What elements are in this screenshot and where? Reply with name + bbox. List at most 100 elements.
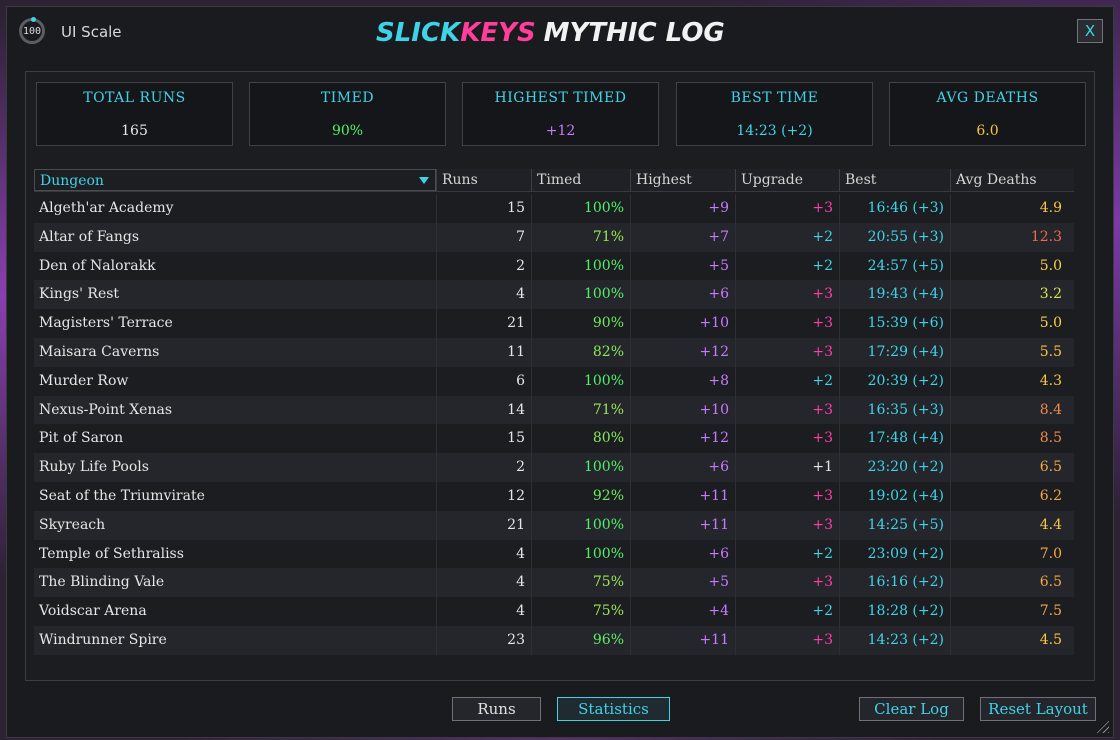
- column-header-avg-deaths[interactable]: Avg Deaths: [950, 169, 1068, 191]
- cell-best: 16:35 (+3): [839, 395, 950, 425]
- cell-avg-deaths: 4.5: [950, 625, 1068, 655]
- title-mythic-log: MYTHIC LOG: [543, 18, 725, 48]
- cell-best: 15:39 (+6): [839, 309, 950, 338]
- cell-upgrade: +2: [735, 539, 839, 569]
- cell-runs: 7: [436, 222, 531, 252]
- stat-value: 6.0: [976, 123, 999, 139]
- cell-avg-deaths: 6.2: [950, 481, 1068, 511]
- stat-best-time: BEST TIME 14:23 (+2): [676, 82, 873, 146]
- column-header-runs[interactable]: Runs: [436, 169, 531, 191]
- cell-best: 23:09 (+2): [839, 539, 950, 569]
- cell-highest: +12: [630, 337, 735, 367]
- cell-upgrade: +3: [735, 424, 839, 454]
- table-row[interactable]: Pit of Saron 15 80% +12 +3 17:48 (+4) 8.5: [34, 424, 1074, 454]
- cell-avg-deaths: 4.4: [950, 510, 1068, 540]
- table-row[interactable]: Magisters' Terrace 21 90% +10 +3 15:39 (+6) 5.…: [34, 309, 1074, 338]
- cell-dungeon: Skyreach: [39, 516, 106, 533]
- cell-avg-deaths: 6.5: [950, 568, 1068, 598]
- cell-runs: 4: [436, 597, 531, 626]
- cell-timed: 80%: [531, 424, 630, 454]
- cell-upgrade: +2: [735, 251, 839, 281]
- clear-log-button[interactable]: Clear Log: [859, 697, 964, 721]
- dungeon-table: Dungeon Runs Timed Highest Upgrade Best …: [34, 169, 1074, 655]
- cell-highest: +12: [630, 424, 735, 454]
- cell-upgrade: +2: [735, 597, 839, 626]
- title-bar: 100 UI Scale SLICKKEYS MYTHIC LOG X: [7, 7, 1113, 63]
- stat-value: 14:23 (+2): [736, 123, 813, 139]
- column-header-dungeon[interactable]: Dungeon: [34, 169, 436, 191]
- column-header-timed[interactable]: Timed: [531, 169, 630, 191]
- table-row[interactable]: Kings' Rest 4 100% +6 +3 19:43 (+4) 3.2: [34, 280, 1074, 310]
- close-button[interactable]: X: [1077, 19, 1103, 43]
- cell-upgrade: +2: [735, 222, 839, 252]
- cell-highest: +10: [630, 309, 735, 338]
- cell-upgrade: +3: [735, 568, 839, 598]
- reset-layout-button[interactable]: Reset Layout: [980, 697, 1096, 721]
- runs-tab-button[interactable]: Runs: [452, 697, 541, 721]
- cell-best: 18:28 (+2): [839, 597, 950, 626]
- column-header-best[interactable]: Best: [839, 169, 950, 191]
- cell-dungeon: Den of Nalorakk: [39, 257, 156, 274]
- table-row[interactable]: Windrunner Spire 23 96% +11 +3 14:23 (+2) 4.5: [34, 625, 1074, 655]
- cell-highest: +6: [630, 539, 735, 569]
- cell-upgrade: +3: [735, 395, 839, 425]
- ui-scale-value: 100: [22, 25, 42, 37]
- cell-runs: 2: [436, 453, 531, 482]
- cell-dungeon: Algeth'ar Academy: [39, 200, 174, 216]
- table-row[interactable]: Algeth'ar Academy 15 100% +9 +3 16:46 (+3) 4.9: [34, 194, 1074, 223]
- cell-runs: 21: [436, 510, 531, 540]
- cell-timed: 100%: [531, 453, 630, 482]
- cell-best: 24:57 (+5): [839, 251, 950, 281]
- table-row[interactable]: Seat of the Triumvirate 12 92% +11 +3 19:02 (…: [34, 481, 1074, 511]
- table-row[interactable]: Maisara Caverns 11 82% +12 +3 17:29 (+4) 5.5: [34, 337, 1074, 367]
- cell-highest: +7: [630, 222, 735, 252]
- cell-timed: 100%: [531, 251, 630, 281]
- bottom-toolbar: Runs Statistics Clear Log Reset Layout: [7, 697, 1113, 729]
- cell-runs: 4: [436, 539, 531, 569]
- cell-upgrade: +2: [735, 366, 839, 396]
- app-title: SLICKKEYS MYTHIC LOG: [376, 17, 725, 49]
- cell-avg-deaths: 12.3: [950, 222, 1068, 252]
- cell-timed: 82%: [531, 337, 630, 367]
- cell-timed: 92%: [531, 481, 630, 511]
- cell-avg-deaths: 8.5: [950, 424, 1068, 454]
- cell-best: 14:25 (+5): [839, 510, 950, 540]
- cell-dungeon: Ruby Life Pools: [39, 459, 149, 476]
- cell-timed: 96%: [531, 625, 630, 655]
- cell-best: 19:02 (+4): [839, 481, 950, 511]
- table-row[interactable]: Ruby Life Pools 2 100% +6 +1 23:20 (+2) 6.5: [34, 453, 1074, 482]
- summary-stats: TOTAL RUNS 165 TIMED 90% HIGHEST TIMED +…: [36, 82, 1086, 148]
- cell-runs: 21: [436, 309, 531, 338]
- cell-dungeon: Voidscar Arena: [39, 603, 147, 620]
- statistics-tab-button[interactable]: Statistics: [557, 697, 670, 721]
- cell-runs: 15: [436, 194, 531, 223]
- table-body: Algeth'ar Academy 15 100% +9 +3 16:46 (+3) 4.9…: [34, 194, 1074, 655]
- column-header-upgrade[interactable]: Upgrade: [735, 169, 839, 191]
- stat-timed: TIMED 90%: [249, 82, 446, 146]
- cell-highest: +5: [630, 568, 735, 598]
- table-row[interactable]: Voidscar Arena 4 75% +4 +2 18:28 (+2) 7.5: [34, 597, 1074, 626]
- cell-best: 20:39 (+2): [839, 366, 950, 396]
- table-row[interactable]: Den of Nalorakk 2 100% +5 +2 24:57 (+5) 5.0: [34, 251, 1074, 281]
- column-header-highest[interactable]: Highest: [630, 169, 735, 191]
- table-row[interactable]: The Blinding Vale 4 75% +5 +3 16:16 (+2) 6.5: [34, 568, 1074, 598]
- cell-avg-deaths: 6.5: [950, 453, 1068, 482]
- cell-highest: +6: [630, 280, 735, 310]
- cell-runs: 4: [436, 568, 531, 598]
- table-row[interactable]: Murder Row 6 100% +8 +2 20:39 (+2) 4.3: [34, 366, 1074, 396]
- table-row[interactable]: Nexus-Point Xenas 14 71% +10 +3 16:35 (+3) 8.4: [34, 395, 1074, 425]
- cell-timed: 100%: [531, 510, 630, 540]
- table-row[interactable]: Skyreach 21 100% +11 +3 14:25 (+5) 4.4: [34, 510, 1074, 540]
- cell-dungeon: Windrunner Spire: [39, 631, 167, 648]
- cell-best: 19:43 (+4): [839, 280, 950, 310]
- table-row[interactable]: Altar of Fangs 7 71% +7 +2 20:55 (+3) 12.3: [34, 222, 1074, 252]
- table-row[interactable]: Temple of Sethraliss 4 100% +6 +2 23:09 (+2) 7…: [34, 539, 1074, 569]
- cell-avg-deaths: 5.0: [950, 309, 1068, 338]
- cell-upgrade: +3: [735, 194, 839, 223]
- ui-scale-dial[interactable]: 100: [19, 17, 45, 44]
- cell-dungeon: Altar of Fangs: [39, 228, 140, 245]
- stat-value: 90%: [331, 123, 364, 139]
- cell-best: 16:16 (+2): [839, 568, 950, 598]
- cell-upgrade: +3: [735, 280, 839, 310]
- cell-highest: +11: [630, 510, 735, 540]
